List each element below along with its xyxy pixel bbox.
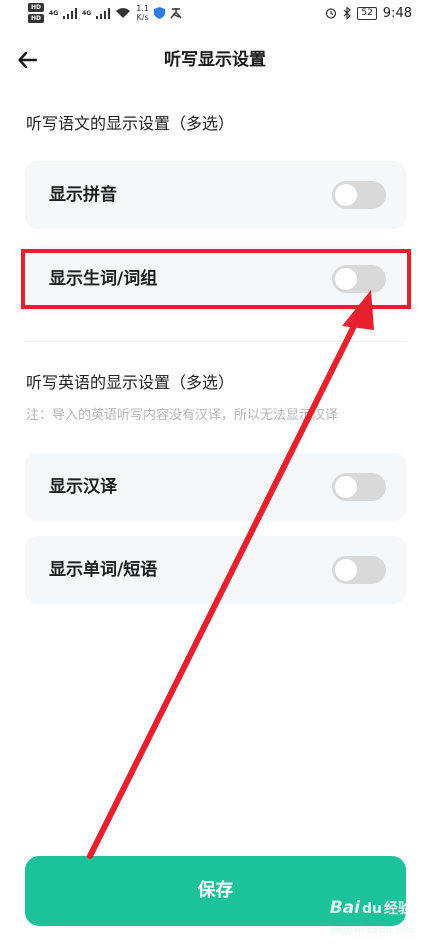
network-type: 4G bbox=[82, 9, 92, 17]
chinese-section-title: 听写语文的显示设置（多选） bbox=[26, 114, 235, 133]
hd-indicators: HD HD bbox=[28, 3, 45, 23]
signal-icon bbox=[96, 7, 111, 19]
watermark-brand: Bai bbox=[329, 898, 360, 918]
section-divider bbox=[25, 341, 406, 342]
toggle-knob bbox=[335, 559, 357, 581]
speed-unit: K/s bbox=[136, 13, 149, 22]
wifi-icon bbox=[116, 8, 131, 18]
setting-row-show-translation[interactable]: 显示汉译 bbox=[25, 453, 406, 521]
app-notification-icon bbox=[170, 8, 182, 19]
setting-row-show-words-phrases[interactable]: 显示单词/短语 bbox=[25, 536, 406, 604]
setting-label: 显示汉译 bbox=[49, 477, 117, 497]
toggle-knob bbox=[335, 184, 357, 206]
status-bar: HD HD 4G 4G 1.1 K/s 52 9:48 bbox=[0, 0, 430, 26]
annotation-highlight-box bbox=[21, 249, 411, 309]
setting-label: 显示拼音 bbox=[49, 185, 117, 205]
watermark-url: jingyan.baidu.com bbox=[330, 926, 414, 936]
alarm-icon bbox=[326, 8, 337, 19]
status-left: HD HD 4G 4G 1.1 K/s bbox=[28, 0, 182, 26]
hd-badge: HD bbox=[28, 3, 45, 12]
hd-badge: HD bbox=[28, 14, 45, 23]
english-section-title: 听写英语的显示设置（多选） bbox=[26, 373, 235, 392]
english-section-note: 注：导入的英语听写内容没有汉译，所以无法显示汉译 bbox=[26, 408, 339, 423]
bluetooth-icon bbox=[343, 7, 352, 19]
status-right: 52 9:48 bbox=[325, 0, 412, 26]
show-words-phrases-toggle[interactable] bbox=[332, 556, 386, 584]
paw-icon: du bbox=[362, 901, 382, 917]
setting-row-show-pinyin[interactable]: 显示拼音 bbox=[25, 161, 406, 229]
shield-icon bbox=[153, 7, 165, 19]
status-time: 9:48 bbox=[382, 5, 412, 21]
battery-level: 52 bbox=[357, 6, 377, 20]
baidu-watermark: Bai du 经验 bbox=[330, 898, 412, 918]
show-pinyin-toggle[interactable] bbox=[332, 181, 386, 209]
page-title: 听写显示设置 bbox=[164, 50, 266, 70]
network-speed: 1.1 K/s bbox=[136, 4, 149, 22]
header: 听写显示设置 bbox=[0, 40, 430, 82]
network-type: 4G bbox=[49, 9, 59, 17]
watermark-text: 经验 bbox=[384, 901, 412, 917]
show-translation-toggle[interactable] bbox=[332, 473, 386, 501]
setting-label: 显示单词/短语 bbox=[49, 560, 158, 580]
speed-value: 1.1 bbox=[136, 4, 149, 13]
toggle-knob bbox=[335, 476, 357, 498]
signal-icon bbox=[63, 7, 78, 19]
